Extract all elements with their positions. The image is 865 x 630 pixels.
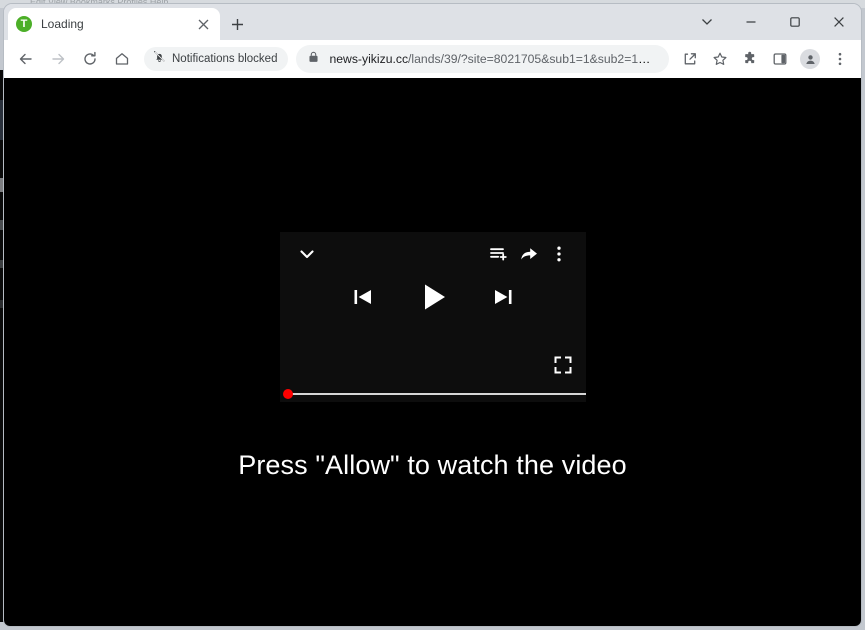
back-button[interactable] xyxy=(12,45,40,73)
tab-strip: T Loading xyxy=(4,4,861,40)
side-panel-icon[interactable] xyxy=(766,45,794,73)
notifications-blocked-label: Notifications blocked xyxy=(172,53,278,65)
browser-toolbar: Notifications blocked news-yikizu.cc/lan… xyxy=(4,40,861,78)
forward-button[interactable] xyxy=(44,45,72,73)
next-track-icon[interactable] xyxy=(490,284,516,310)
url-path: /lands/39/?site=8021705&sub1=1&sub2=1&su… xyxy=(408,52,657,66)
lock-icon[interactable] xyxy=(308,50,319,68)
profile-avatar[interactable] xyxy=(796,45,824,73)
maximize-icon[interactable] xyxy=(773,6,817,38)
progress-track[interactable] xyxy=(286,393,586,395)
close-window-icon[interactable] xyxy=(817,6,861,38)
tab-title: Loading xyxy=(41,17,84,31)
tab-favicon-icon: T xyxy=(16,16,32,32)
play-button-icon[interactable] xyxy=(416,280,450,314)
minimize-player-chevron-down-icon[interactable] xyxy=(292,239,322,269)
player-progress[interactable] xyxy=(280,386,586,402)
page-content: Press "Allow" to watch the video xyxy=(4,78,861,626)
share-page-icon[interactable] xyxy=(676,45,704,73)
browser-window: T Loading Notifications blocked news-yik… xyxy=(4,4,861,626)
fullscreen-icon[interactable] xyxy=(550,352,576,378)
browser-tab[interactable]: T Loading xyxy=(8,8,220,40)
new-tab-button[interactable] xyxy=(226,13,248,35)
window-controls xyxy=(685,4,861,40)
address-bar[interactable]: news-yikizu.cc/lands/39/?site=8021705&su… xyxy=(296,45,669,73)
bookmark-star-icon[interactable] xyxy=(706,45,734,73)
avatar xyxy=(800,49,820,69)
reload-button[interactable] xyxy=(76,45,104,73)
close-tab-icon[interactable] xyxy=(194,15,212,33)
notifications-blocked-chip[interactable]: Notifications blocked xyxy=(144,47,289,71)
video-player-overlay[interactable] xyxy=(280,232,586,402)
progress-knob[interactable] xyxy=(283,389,293,399)
share-icon[interactable] xyxy=(514,239,544,269)
extensions-puzzle-icon[interactable] xyxy=(736,45,764,73)
address-bar-url: news-yikizu.cc/lands/39/?site=8021705&su… xyxy=(329,52,657,66)
add-to-queue-icon[interactable] xyxy=(484,239,514,269)
home-button[interactable] xyxy=(108,45,136,73)
chrome-menu-icon[interactable] xyxy=(826,45,854,73)
previous-track-icon[interactable] xyxy=(350,284,376,310)
bell-slash-icon xyxy=(153,50,166,68)
player-top-bar xyxy=(280,232,586,276)
tab-search-icon[interactable] xyxy=(685,6,729,38)
url-host: news-yikizu.cc xyxy=(329,52,409,66)
player-controls xyxy=(280,280,586,314)
page-headline: Press "Allow" to watch the video xyxy=(238,450,627,480)
minimize-icon[interactable] xyxy=(729,6,773,38)
player-more-options-icon[interactable] xyxy=(544,239,574,269)
